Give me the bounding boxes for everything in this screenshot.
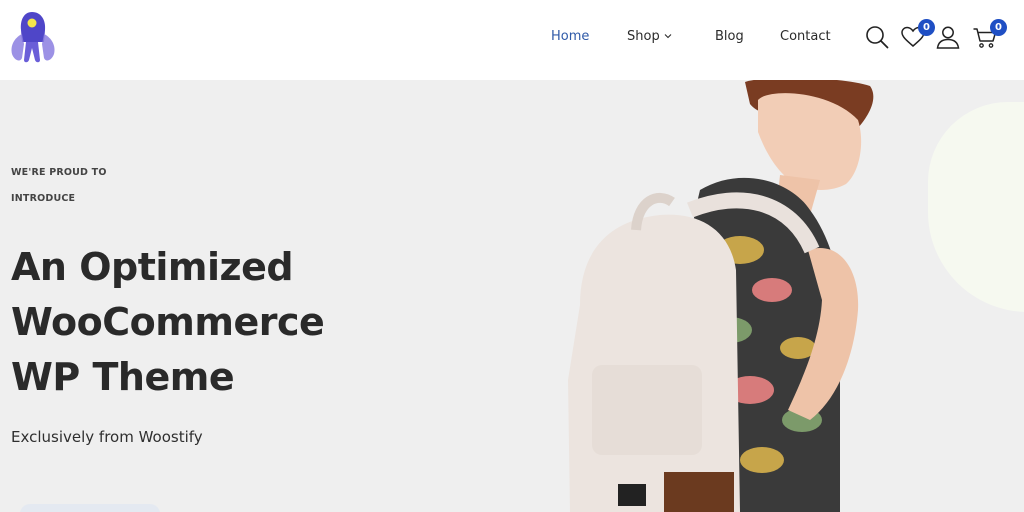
chevron-down-icon xyxy=(664,34,672,39)
nav-blog[interactable]: Blog xyxy=(715,29,744,45)
hero-subheading: Exclusively from Woostify xyxy=(11,428,203,446)
rocket-logo-icon xyxy=(11,12,55,63)
user-icon xyxy=(936,26,960,49)
cart-button[interactable]: 0 xyxy=(972,19,1007,50)
search-icon xyxy=(866,26,889,49)
cart-count-badge: 0 xyxy=(990,19,1007,36)
site-logo[interactable] xyxy=(8,8,58,66)
hero-headline-line3: WP Theme xyxy=(11,355,235,399)
site-header: Home Shop Blog Contact 0 0 xyxy=(0,0,1024,80)
nav-contact[interactable]: Contact xyxy=(780,29,831,45)
wishlist-count-badge: 0 xyxy=(918,19,935,36)
wishlist-button[interactable]: 0 xyxy=(900,19,935,50)
hero-model-image xyxy=(568,80,874,512)
hero-eyebrow-line1: WE'RE PROUD TO xyxy=(11,167,107,178)
nav-shop[interactable]: Shop xyxy=(627,29,673,45)
account-button[interactable] xyxy=(935,24,961,50)
hero-banner: WE'RE PROUD TO INTRODUCE An Optimized Wo… xyxy=(0,80,1024,512)
decorative-blob xyxy=(928,102,1024,312)
nav-home[interactable]: Home xyxy=(551,29,589,45)
hero-cta-button[interactable] xyxy=(20,504,160,512)
nav-shop-label: Shop xyxy=(627,29,660,44)
hero-eyebrow-line2: INTRODUCE xyxy=(11,193,76,204)
hero-headline-line2: WooCommerce xyxy=(11,300,325,344)
hero-headline-line1: An Optimized xyxy=(11,245,294,289)
hero-headline: An Optimized WooCommerce WP Theme xyxy=(11,240,431,405)
search-button[interactable] xyxy=(864,24,890,50)
